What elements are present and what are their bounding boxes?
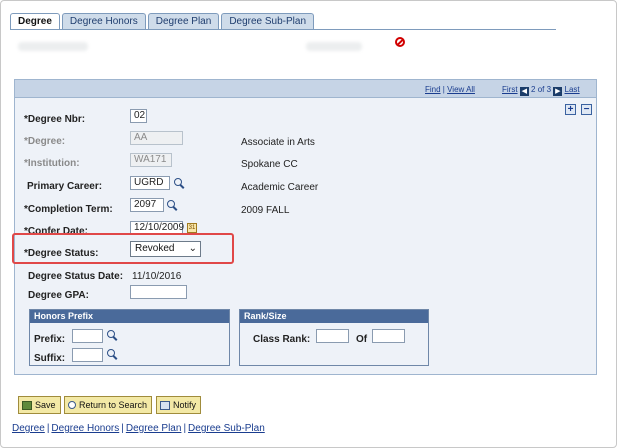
- view-all-link[interactable]: View All: [447, 85, 475, 94]
- institution-label: *Institution:: [24, 158, 80, 169]
- redacted-student-id: [306, 42, 362, 51]
- degree-status-date-label: Degree Status Date:: [28, 271, 124, 282]
- tab-degree-plan[interactable]: Degree Plan: [147, 13, 220, 30]
- completion-term-description: 2009 FALL: [241, 205, 290, 216]
- primary-career-field[interactable]: UGRD: [130, 176, 170, 190]
- return-to-search-label: Return to Search: [79, 400, 148, 410]
- class-rank-field[interactable]: [316, 329, 349, 343]
- class-rank-label: Class Rank:: [253, 334, 311, 345]
- completion-term-field[interactable]: 2097: [130, 198, 164, 212]
- tab-degree-sub-plan[interactable]: Degree Sub-Plan: [221, 13, 315, 30]
- primary-career-description: Academic Career: [241, 182, 319, 193]
- degree-label: *Degree:: [24, 136, 66, 147]
- notify-button-label: Notify: [173, 400, 197, 410]
- find-viewall-links: Find | View All: [425, 85, 475, 94]
- link-degree-honors[interactable]: Degree Honors: [51, 423, 119, 434]
- calendar-icon[interactable]: 31: [187, 223, 197, 233]
- prefix-lookup-icon[interactable]: [107, 330, 118, 341]
- find-link[interactable]: Find: [425, 85, 441, 94]
- tab-degree[interactable]: Degree: [10, 13, 60, 30]
- save-icon: [22, 400, 32, 410]
- prefix-field[interactable]: [72, 329, 103, 343]
- link-degree-sub-plan[interactable]: Degree Sub-Plan: [188, 423, 265, 434]
- tab-underline: [10, 29, 556, 30]
- degree-status-highlight: [12, 233, 234, 264]
- stop-icon: [395, 37, 405, 47]
- last-link[interactable]: Last: [565, 85, 580, 94]
- notify-button[interactable]: Notify: [156, 396, 202, 414]
- prefix-label: Prefix:: [34, 334, 66, 345]
- panel-header: Find | View All First ◀ 2 of 3 ▶ Last: [15, 80, 596, 98]
- honors-prefix-header: Honors Prefix: [30, 310, 229, 323]
- link-degree[interactable]: Degree: [12, 423, 45, 434]
- primary-career-lookup-icon[interactable]: [174, 178, 185, 189]
- suffix-label: Suffix:: [34, 353, 66, 364]
- add-row-button[interactable]: +: [565, 104, 576, 115]
- class-size-field[interactable]: [372, 329, 405, 343]
- tab-bar: Degree Degree Honors Degree Plan Degree …: [10, 13, 315, 30]
- primary-career-label: Primary Career:: [27, 181, 103, 192]
- rank-size-header: Rank/Size: [240, 310, 428, 323]
- notify-icon: [160, 400, 170, 410]
- completion-term-lookup-icon[interactable]: [167, 200, 178, 211]
- redacted-student-name: [18, 42, 88, 51]
- delete-row-button[interactable]: −: [581, 104, 592, 115]
- row-navigation: First ◀ 2 of 3 ▶ Last: [502, 85, 580, 96]
- search-icon: [68, 401, 76, 409]
- bottom-page-links: Degree | Degree Honors | Degree Plan | Degree …: [12, 423, 265, 434]
- degree-gpa-field[interactable]: [130, 285, 187, 299]
- save-button-label: Save: [35, 400, 56, 410]
- completion-term-label: *Completion Term:: [24, 204, 113, 215]
- degree-field: AA: [130, 131, 183, 145]
- tab-degree-honors[interactable]: Degree Honors: [61, 13, 146, 30]
- degree-nbr-field[interactable]: 02: [130, 109, 147, 123]
- of-label: Of: [356, 334, 368, 345]
- institution-field: WA171: [130, 153, 172, 167]
- degree-description: Associate in Arts: [241, 137, 315, 148]
- return-to-search-button[interactable]: Return to Search: [64, 396, 153, 414]
- next-arrow-icon[interactable]: ▶: [553, 87, 563, 96]
- first-link[interactable]: First: [502, 85, 518, 94]
- suffix-lookup-icon[interactable]: [107, 349, 118, 360]
- institution-description: Spokane CC: [241, 159, 298, 170]
- degree-nbr-label: *Degree Nbr:: [24, 114, 86, 125]
- link-degree-plan[interactable]: Degree Plan: [126, 423, 182, 434]
- save-button[interactable]: Save: [18, 396, 61, 414]
- previous-arrow-icon[interactable]: ◀: [519, 87, 529, 96]
- degree-gpa-label: Degree GPA:: [28, 290, 89, 301]
- suffix-field[interactable]: [72, 348, 103, 362]
- degree-status-date-value: 11/10/2016: [132, 271, 182, 282]
- row-position: 2 of 3: [531, 85, 552, 94]
